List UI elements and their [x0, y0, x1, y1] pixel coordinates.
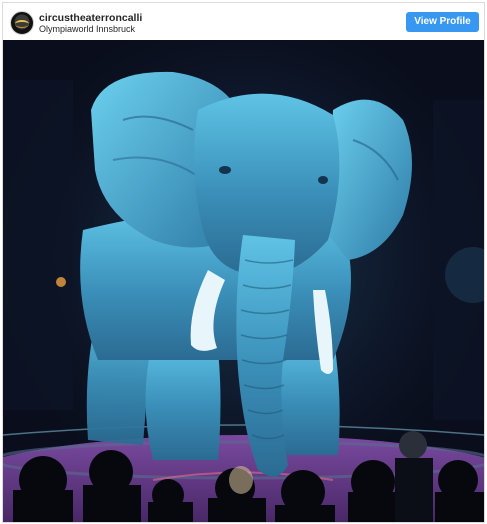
post-photo[interactable]	[3, 40, 484, 522]
username[interactable]: circustheaterroncalli	[39, 12, 142, 24]
view-profile-button[interactable]: View Profile	[406, 12, 479, 32]
post-header: circustheaterroncalli Olympiaworld Innsb…	[3, 3, 484, 40]
circus-logo-mark	[15, 20, 29, 28]
profile-avatar-icon[interactable]	[10, 11, 34, 35]
instagram-embed-card: circustheaterroncalli Olympiaworld Innsb…	[2, 2, 485, 523]
location-link[interactable]: Olympiaworld Innsbruck	[39, 24, 135, 34]
hologram-elephant-image	[3, 40, 484, 522]
